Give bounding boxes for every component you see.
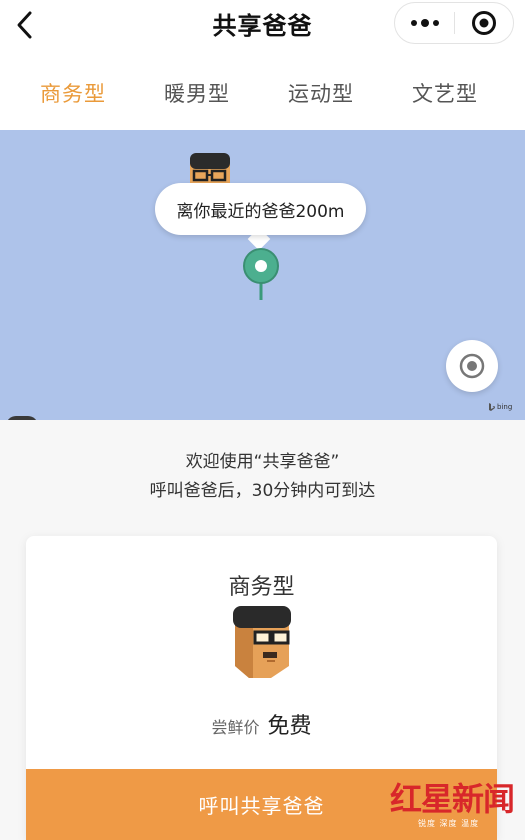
dad-type-card: 商务型 尝鲜价 免费 呼叫共享爸爸	[26, 536, 497, 840]
mini-program-capsule	[394, 2, 514, 44]
more-button[interactable]	[395, 3, 454, 43]
nav-bar: 共享爸爸	[0, 0, 525, 50]
more-dots-icon	[410, 19, 439, 27]
price-row: 尝鲜价 免费	[26, 708, 497, 740]
card-title: 商务型	[228, 575, 295, 600]
welcome-line-1: 欢迎使用“共享爸爸”	[185, 452, 340, 472]
price-label: 尝鲜价	[211, 718, 260, 737]
tab-artsy[interactable]: 文艺型	[400, 78, 490, 108]
attribution-text: bing	[497, 403, 513, 411]
nearest-dad-bubble: 离你最近的爸爸200m	[155, 183, 366, 235]
locate-button[interactable]	[446, 340, 498, 392]
locate-icon	[459, 353, 485, 379]
map-attribution: bing	[489, 403, 512, 411]
location-pin-icon	[243, 248, 279, 300]
welcome-message: 欢迎使用“共享爸爸” 呼叫爸爸后，30分钟内可到达	[0, 448, 525, 506]
price-value: 免费	[267, 714, 312, 739]
tab-sports[interactable]: 运动型	[276, 78, 366, 108]
tab-business[interactable]: 商务型	[28, 78, 118, 108]
type-tabs: 商务型 暖男型 运动型 文艺型	[0, 50, 525, 130]
welcome-line-2: 呼叫爸爸后，30分钟内可到达	[149, 481, 376, 501]
map-view[interactable]: 离你最近的爸爸200m bing	[0, 130, 525, 420]
target-circle-icon	[471, 11, 496, 35]
dad-avatar-image	[233, 606, 291, 678]
offscreen-avatar-marker	[6, 416, 38, 420]
call-dad-button[interactable]: 呼叫共享爸爸	[26, 769, 497, 840]
close-mini-program-button[interactable]	[455, 3, 513, 43]
tab-warm[interactable]: 暖男型	[152, 78, 242, 108]
bing-logo-icon	[489, 403, 495, 411]
